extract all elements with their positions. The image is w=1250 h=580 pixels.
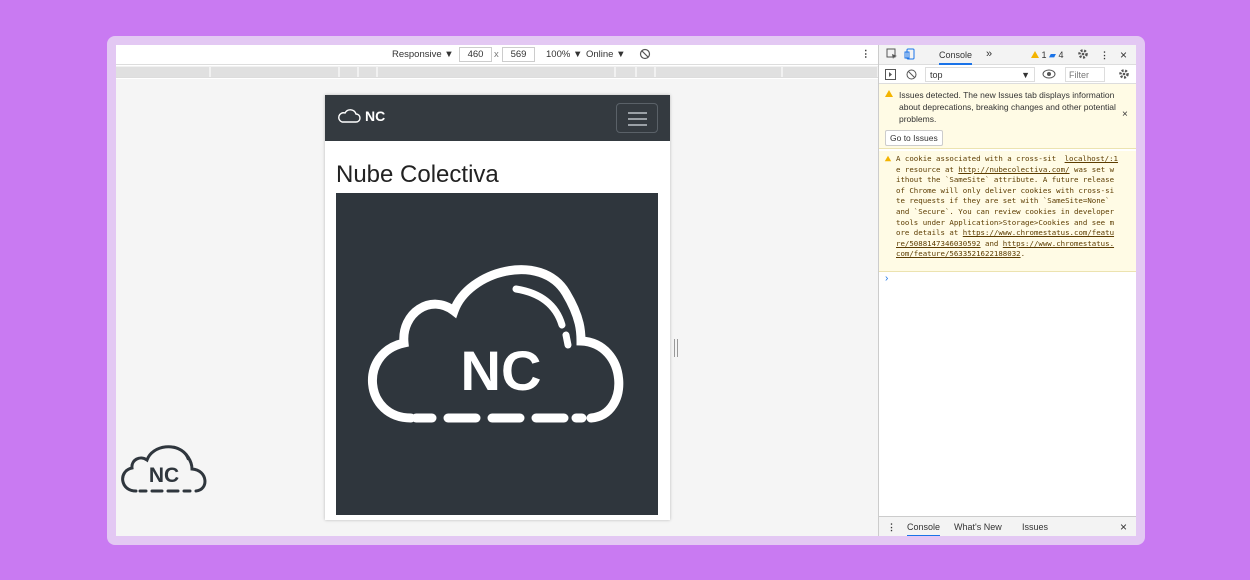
console-prompt[interactable]: › bbox=[885, 273, 888, 284]
viewport-stage: NC Nube Colectiva NC bbox=[116, 79, 878, 536]
issues-banner: Issues detected. The new Issues tab disp… bbox=[879, 84, 1136, 149]
drawer-tab-console[interactable]: Console bbox=[907, 522, 941, 536]
drawer-tab-whats-new[interactable]: What's New bbox=[954, 522, 1002, 532]
hero-image: NC bbox=[336, 193, 658, 515]
console-toolbar: top ▼ Filter bbox=[879, 65, 1136, 84]
drawer-menu-icon[interactable]: ⋮ bbox=[887, 522, 896, 533]
width-input[interactable]: 460 bbox=[459, 47, 492, 62]
chevron-down-icon: ▼ bbox=[616, 49, 626, 60]
drawer-tabbar: ⋮ Console What's New Issues × bbox=[879, 516, 1136, 536]
media-query-segment[interactable] bbox=[211, 67, 339, 77]
warning-icon bbox=[885, 90, 893, 97]
media-query-segment[interactable] bbox=[378, 67, 615, 77]
clear-console-icon[interactable] bbox=[906, 69, 917, 82]
warning-counter[interactable]: 1 bbox=[1031, 50, 1047, 60]
media-query-segment[interactable] bbox=[783, 67, 878, 77]
media-query-segment[interactable] bbox=[637, 67, 655, 77]
media-query-segment[interactable] bbox=[656, 67, 782, 77]
devtools-tabbar: Console » 1 ▰ 4 ⋮ × bbox=[879, 45, 1136, 65]
context-label: top bbox=[930, 70, 943, 80]
console-settings-gear-icon[interactable] bbox=[1118, 68, 1130, 82]
cloud-logo-icon: NC bbox=[367, 265, 624, 423]
cookie-link[interactable]: http://nubecolectiva.com/ bbox=[958, 165, 1069, 174]
cloud-icon bbox=[338, 109, 361, 123]
device-toolbar: Responsive ▼ 460 x 569 100% ▼ Online ▼ ⋮ bbox=[116, 45, 878, 65]
warning-text-part: . bbox=[1020, 249, 1026, 259]
issues-banner-text: Issues detected. The new Issues tab disp… bbox=[899, 90, 1116, 124]
filter-input[interactable]: Filter bbox=[1065, 67, 1105, 82]
inspect-element-icon[interactable] bbox=[886, 48, 898, 62]
hamburger-icon bbox=[628, 118, 647, 120]
console-warning-message: localhost/:1 A cookie associated with a … bbox=[879, 151, 1136, 272]
nc-watermark-logo: NC bbox=[116, 433, 214, 500]
navbar-toggler-button[interactable] bbox=[616, 103, 658, 133]
warning-icon bbox=[884, 155, 892, 162]
device-mode-label: Responsive bbox=[392, 49, 442, 60]
message-icon: ▰ bbox=[1049, 50, 1056, 60]
throttle-select[interactable]: Online ▼ bbox=[586, 49, 626, 60]
emulated-page: NC Nube Colectiva NC bbox=[325, 95, 670, 520]
throttle-label: Online bbox=[586, 49, 614, 60]
device-toggle-icon[interactable] bbox=[904, 48, 916, 62]
eye-icon[interactable] bbox=[1042, 69, 1056, 81]
close-banner-icon[interactable]: × bbox=[1122, 109, 1128, 120]
media-query-segment[interactable] bbox=[616, 67, 636, 77]
right-resize-handle[interactable] bbox=[674, 339, 678, 357]
warning-text: localhost/:1 A cookie associated with a … bbox=[896, 154, 1118, 260]
rotate-icon[interactable] bbox=[639, 48, 651, 63]
warning-text-part: was set without the `SameSite` attribute… bbox=[896, 164, 1115, 238]
device-mode-select[interactable]: Responsive ▼ bbox=[392, 49, 454, 60]
media-query-segment[interactable] bbox=[116, 67, 210, 77]
drawer-tab-issues[interactable]: Issues bbox=[1022, 522, 1048, 532]
context-select[interactable]: top ▼ bbox=[925, 67, 1035, 82]
media-query-segment[interactable] bbox=[340, 67, 358, 77]
zoom-label: 100% bbox=[546, 49, 571, 60]
dimension-separator: x bbox=[494, 49, 499, 60]
page-title: Nube Colectiva bbox=[336, 161, 499, 188]
navbar: NC bbox=[325, 95, 670, 141]
chevron-down-icon: ▼ bbox=[1021, 70, 1030, 80]
source-link[interactable]: localhost/:1 bbox=[1065, 154, 1118, 165]
warning-text-part: and bbox=[980, 238, 1003, 248]
navbar-brand[interactable]: NC bbox=[337, 108, 385, 124]
message-count: 4 bbox=[1058, 50, 1064, 60]
brand-text: NC bbox=[365, 108, 386, 124]
hamburger-icon bbox=[628, 124, 647, 126]
height-input[interactable]: 569 bbox=[502, 47, 535, 62]
devtools-menu-icon[interactable]: ⋮ bbox=[1100, 50, 1109, 61]
close-drawer-icon[interactable]: × bbox=[1120, 520, 1127, 534]
watermark-logo-text: NC bbox=[149, 464, 179, 487]
warning-icon bbox=[1031, 51, 1039, 58]
go-to-issues-button[interactable]: Go to Issues bbox=[885, 130, 943, 146]
devtools-panel: Console » 1 ▰ 4 ⋮ × top ▼ Filter Issues … bbox=[878, 45, 1136, 536]
media-query-segment[interactable] bbox=[359, 67, 377, 77]
chevron-down-icon: ▼ bbox=[572, 49, 583, 60]
sidebar-toggle-icon[interactable] bbox=[885, 69, 896, 82]
more-options-icon[interactable]: ⋮ bbox=[861, 49, 871, 60]
warning-count: 1 bbox=[1041, 50, 1047, 60]
more-tabs-icon[interactable]: » bbox=[986, 48, 992, 60]
zoom-select[interactable]: 100% ▼ bbox=[546, 49, 582, 60]
hero-logo-text: NC bbox=[461, 339, 542, 402]
settings-gear-icon[interactable] bbox=[1077, 48, 1089, 62]
browser-window: Responsive ▼ 460 x 569 100% ▼ Online ▼ ⋮… bbox=[116, 45, 1136, 536]
tab-console[interactable]: Console bbox=[939, 50, 973, 65]
chevron-down-icon: ▼ bbox=[444, 49, 454, 60]
message-counter[interactable]: ▰ 4 bbox=[1049, 50, 1063, 61]
media-query-bar[interactable] bbox=[116, 66, 878, 78]
hamburger-icon bbox=[628, 112, 647, 114]
close-devtools-icon[interactable]: × bbox=[1120, 48, 1127, 62]
